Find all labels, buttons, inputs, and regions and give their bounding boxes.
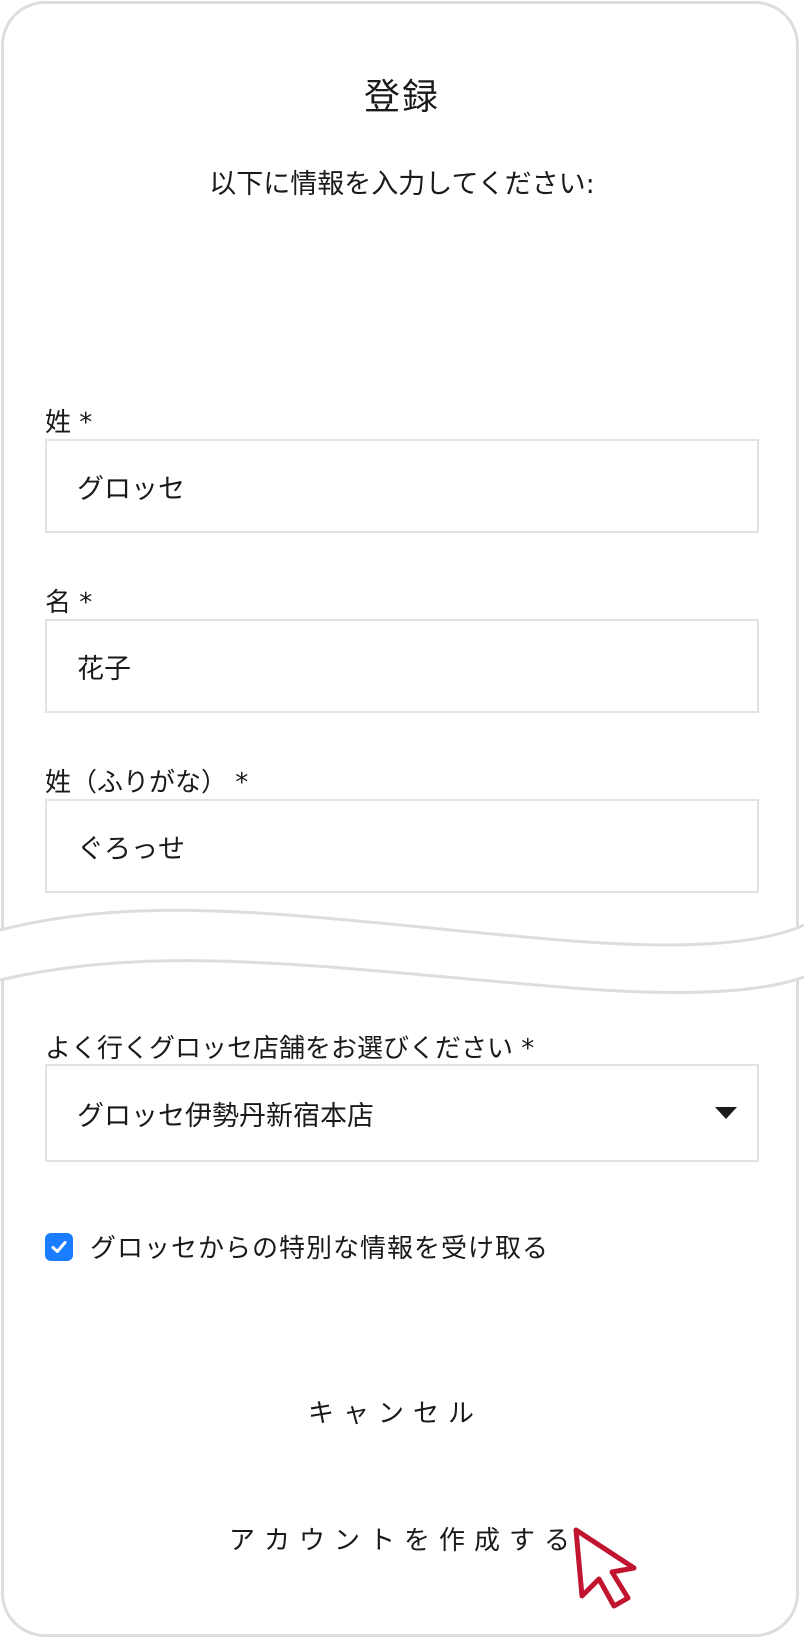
last-name-kana-field[interactable]	[45, 799, 759, 893]
check-icon	[51, 1240, 67, 1253]
store-selected-value: グロッセ伊勢丹新宿本店	[77, 1100, 374, 1132]
first-name-input[interactable]	[77, 650, 717, 682]
last-name-label: 姓 *	[45, 408, 93, 438]
last-name-kana-label: 姓（ふりがな） *	[45, 768, 249, 798]
last-name-kana-input[interactable]	[77, 830, 717, 862]
last-name-field[interactable]	[45, 439, 759, 533]
chevron-down-icon[interactable]	[715, 1107, 737, 1119]
store-label: よく行くグロッセ店舗をお選びください *	[45, 1034, 535, 1064]
cancel-button[interactable]: キャンセル	[308, 1393, 483, 1430]
page-break-wave	[0, 908, 804, 994]
page-subtitle: 以下に情報を入力してください:	[209, 169, 595, 200]
store-select[interactable]: グロッセ伊勢丹新宿本店	[45, 1064, 759, 1162]
page-title: 登録	[363, 77, 440, 118]
newsletter-checkbox[interactable]	[45, 1232, 73, 1261]
last-name-input[interactable]	[77, 470, 717, 502]
newsletter-option[interactable]: グロッセからの特別な情報を受け取る	[45, 1228, 549, 1265]
first-name-field[interactable]	[45, 619, 759, 713]
create-account-button[interactable]: アカウントを作成する	[229, 1520, 579, 1557]
first-name-label: 名 *	[45, 588, 93, 618]
mouse-pointer-icon	[573, 1527, 637, 1609]
newsletter-label: グロッセからの特別な情報を受け取る	[90, 1234, 550, 1264]
